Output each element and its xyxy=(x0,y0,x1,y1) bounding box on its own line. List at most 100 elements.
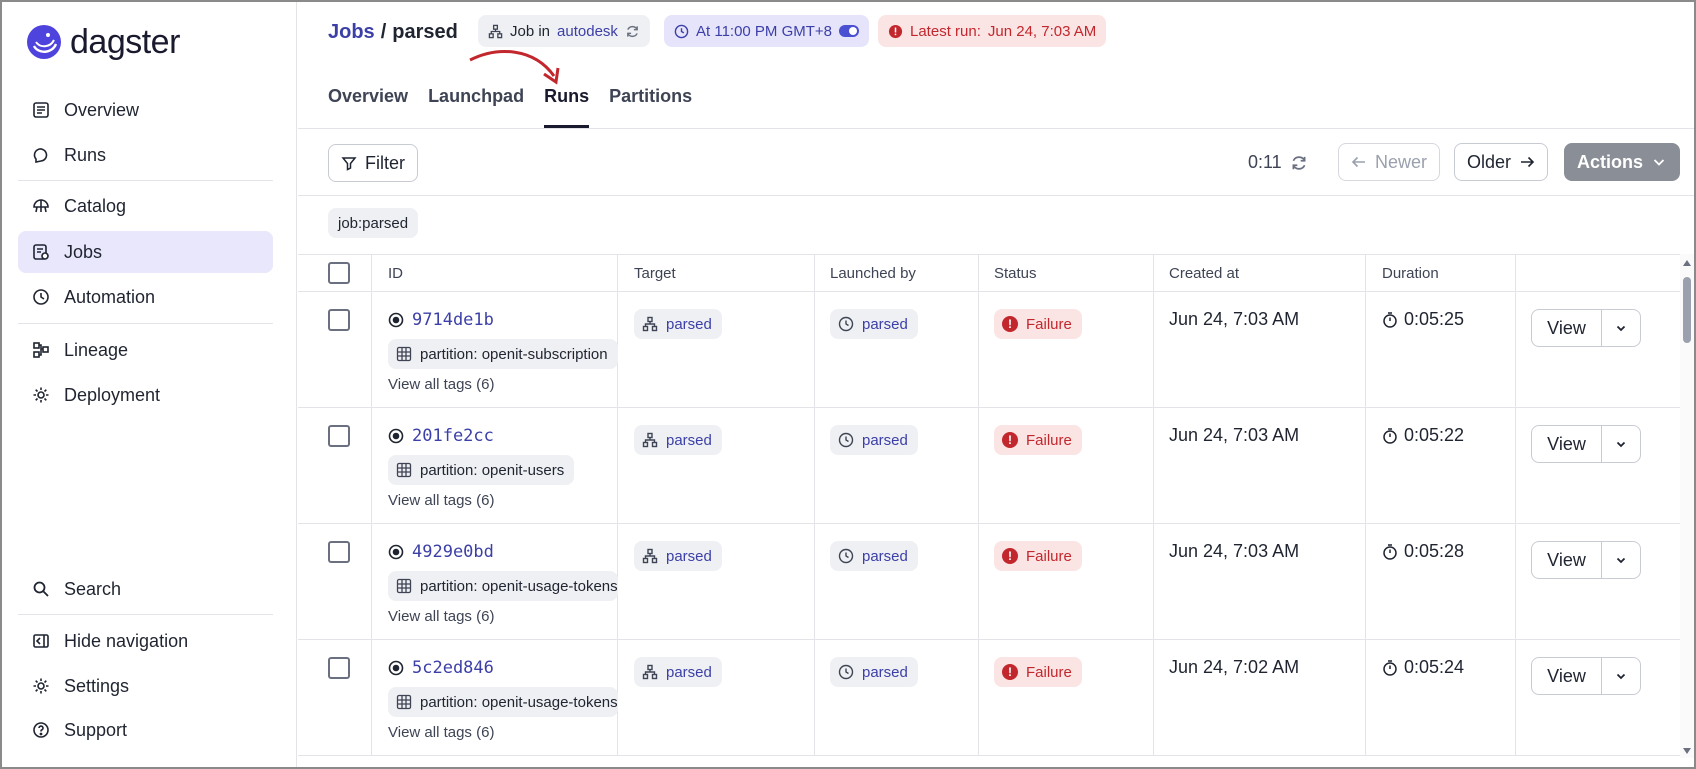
run-menu-button[interactable] xyxy=(1602,658,1640,694)
row-checkbox[interactable] xyxy=(328,309,350,331)
view-run-button[interactable]: View xyxy=(1532,658,1602,694)
latest-run-pill[interactable]: Latest run: Jun 24, 7:03 AM xyxy=(878,15,1107,47)
actions-button[interactable]: Actions xyxy=(1564,143,1681,181)
sidebar-item-support[interactable]: Support xyxy=(18,709,273,751)
launched-by-tag[interactable]: parsed xyxy=(830,657,918,687)
run-target-icon xyxy=(388,312,404,328)
app-window: dagster Overview Runs Catalog Jobs Autom… xyxy=(0,0,1696,769)
target-tag[interactable]: parsed xyxy=(634,541,722,571)
duration: 0:05:25 xyxy=(1382,309,1464,330)
partition-icon xyxy=(396,578,412,594)
schedule-toggle[interactable] xyxy=(839,25,860,37)
older-label: Older xyxy=(1467,151,1512,172)
table-header: ID Target Launched by Status Created at … xyxy=(298,254,1686,292)
reload-icon[interactable] xyxy=(625,24,640,39)
sidebar-item-automation[interactable]: Automation xyxy=(18,276,273,318)
settings-icon xyxy=(33,678,49,694)
duration-value: 0:05:28 xyxy=(1404,541,1465,561)
status-badge: ! Failure xyxy=(994,541,1082,571)
view-run-button[interactable]: View xyxy=(1532,426,1602,462)
sidebar-item-overview[interactable]: Overview xyxy=(18,89,273,131)
search-icon xyxy=(33,581,49,597)
sidebar-item-lineage[interactable]: Lineage xyxy=(18,329,273,371)
scrollbar-thumb[interactable] xyxy=(1683,277,1691,343)
select-all-checkbox[interactable] xyxy=(328,262,350,284)
sidebar-item-deployment[interactable]: Deployment xyxy=(18,374,273,416)
view-run-button[interactable]: View xyxy=(1532,542,1602,578)
schedule-icon xyxy=(838,316,854,332)
breadcrumb-jobs-link[interactable]: Jobs xyxy=(328,21,375,44)
launched-by-label: parsed xyxy=(862,431,908,449)
sidebar-item-search[interactable]: Search xyxy=(18,568,273,610)
dagster-logo[interactable]: dagster xyxy=(26,22,180,62)
run-id-link[interactable]: 9714de1b xyxy=(388,310,494,330)
run-menu-button[interactable] xyxy=(1602,542,1640,578)
run-menu-button[interactable] xyxy=(1602,310,1640,346)
refresh-countdown: 0:11 xyxy=(1248,152,1308,173)
launched-by-tag[interactable]: parsed xyxy=(830,425,918,455)
partition-icon xyxy=(396,346,412,362)
partition-tag[interactable]: partition: openit-subscription xyxy=(388,339,618,369)
run-id-link[interactable]: 201fe2cc xyxy=(388,426,494,446)
run-target-icon xyxy=(388,428,404,444)
view-all-tags-link[interactable]: View all tags (6) xyxy=(388,376,494,393)
view-all-tags-link[interactable]: View all tags (6) xyxy=(388,724,494,741)
sidebar-item-jobs[interactable]: Jobs xyxy=(18,231,273,273)
duration: 0:05:28 xyxy=(1382,541,1464,562)
filter-button[interactable]: Filter xyxy=(328,144,418,182)
run-id-link[interactable]: 4929e0bd xyxy=(388,542,494,562)
sidebar-divider xyxy=(18,323,273,324)
sidebar-item-label: Search xyxy=(64,578,122,599)
scroll-up-arrow-icon[interactable] xyxy=(1683,260,1691,266)
chevron-down-icon xyxy=(1616,673,1626,680)
error-icon xyxy=(888,24,903,38)
row-checkbox[interactable] xyxy=(328,541,350,563)
row-checkbox[interactable] xyxy=(328,657,350,679)
row-checkbox[interactable] xyxy=(328,425,350,447)
active-filter-tag[interactable]: job:parsed xyxy=(328,208,419,238)
view-run-button[interactable]: View xyxy=(1532,310,1602,346)
sidebar-item-settings[interactable]: Settings xyxy=(18,665,273,707)
sidebar-item-hide-navigation[interactable]: Hide navigation xyxy=(18,620,273,662)
target-label: parsed xyxy=(666,431,712,449)
duration: 0:05:24 xyxy=(1382,657,1464,678)
automation-icon xyxy=(33,289,49,305)
sidebar-item-catalog[interactable]: Catalog xyxy=(18,185,273,227)
target-tag[interactable]: parsed xyxy=(634,657,722,687)
breadcrumb: Jobs / parsed xyxy=(328,18,458,46)
partition-label: partition: openit-usage-tokens xyxy=(420,693,618,711)
repo-link[interactable]: autodesk xyxy=(557,23,618,40)
target-tag[interactable]: parsed xyxy=(634,425,722,455)
newer-button[interactable]: Newer xyxy=(1338,143,1441,181)
partition-icon xyxy=(396,462,412,478)
run-target-icon xyxy=(388,544,404,560)
run-menu-button[interactable] xyxy=(1602,426,1640,462)
sidebar-item-label: Runs xyxy=(64,144,107,165)
view-all-tags-link[interactable]: View all tags (6) xyxy=(388,608,494,625)
tab-overview[interactable]: Overview xyxy=(328,78,408,128)
launched-by-tag[interactable]: parsed xyxy=(830,541,918,571)
scroll-down-arrow-icon[interactable] xyxy=(1683,748,1691,754)
status-label: Failure xyxy=(1026,315,1072,333)
table-row: 201fe2cc partition: openit-users View al… xyxy=(298,408,1686,524)
older-button[interactable]: Older xyxy=(1454,143,1549,181)
partition-tag[interactable]: partition: openit-usage-tokens xyxy=(388,687,618,717)
view-button-group: View xyxy=(1531,425,1641,463)
column-header-created-at: Created at xyxy=(1169,265,1240,282)
stopwatch-icon xyxy=(1383,659,1397,676)
run-id-link[interactable]: 5c2ed846 xyxy=(388,658,494,678)
sidebar-item-label: Deployment xyxy=(64,384,161,405)
lineage-icon xyxy=(33,342,49,358)
refresh-icon[interactable] xyxy=(1290,154,1308,172)
sidebar-item-runs[interactable]: Runs xyxy=(18,134,273,176)
launched-by-tag[interactable]: parsed xyxy=(830,309,918,339)
schedule-pill[interactable]: At 11:00 PM GMT+8 xyxy=(664,15,870,47)
tab-partitions[interactable]: Partitions xyxy=(609,78,692,128)
partition-tag[interactable]: partition: openit-usage-tokens xyxy=(388,571,618,601)
target-tag[interactable]: parsed xyxy=(634,309,722,339)
partition-tag[interactable]: partition: openit-users xyxy=(388,455,575,485)
sidebar-item-label: Lineage xyxy=(64,339,129,360)
view-all-tags-link[interactable]: View all tags (6) xyxy=(388,492,494,509)
chevron-down-icon xyxy=(1616,325,1626,332)
column-header-launched-by: Launched by xyxy=(830,265,916,282)
